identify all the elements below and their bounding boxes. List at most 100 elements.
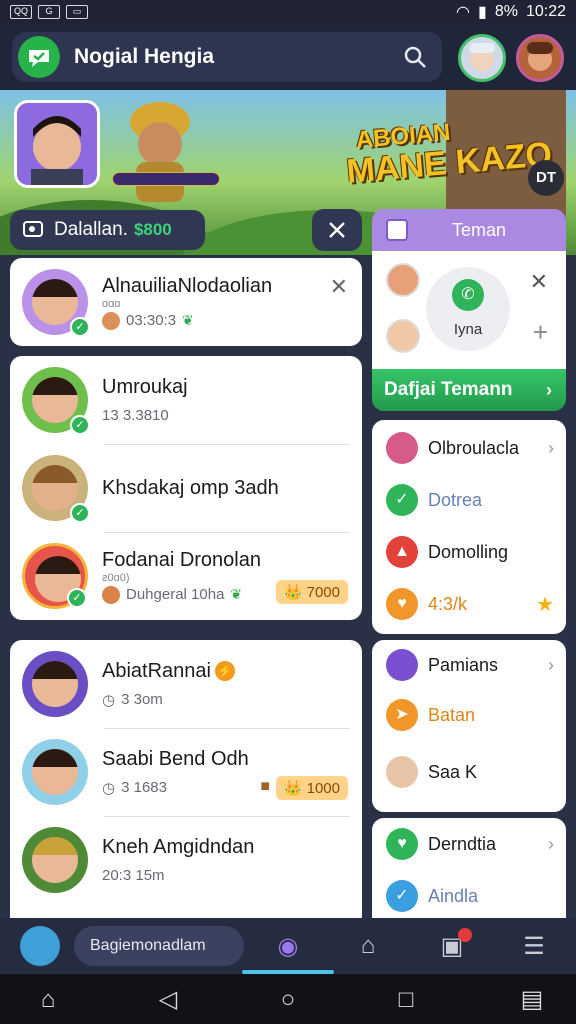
- game-title: ABOIAN MANE KAZO: [345, 118, 554, 191]
- call-button[interactable]: ✆ Iyna: [426, 267, 510, 351]
- avatar-icon: [386, 649, 418, 681]
- online-check-icon: ✓: [70, 317, 90, 337]
- chevron-right-icon: ›: [548, 833, 554, 854]
- app-logo-icon[interactable]: [18, 36, 60, 78]
- heart-icon: ♥: [386, 828, 418, 860]
- menu-item[interactable]: Pamians ›: [372, 640, 566, 690]
- teman-title: Teman: [452, 219, 507, 240]
- recents-icon[interactable]: □: [392, 986, 420, 1014]
- menu-item-label: Aindla: [428, 885, 479, 906]
- home-icon[interactable]: ⌂: [34, 986, 62, 1014]
- avatar-icon: [386, 756, 418, 788]
- menu-item[interactable]: ✓ Aindla: [372, 870, 566, 918]
- contact-card: ✓ AlnauiliaNlodaolian ɑɑɑ 03:30:3 ❦ ✕: [10, 258, 362, 346]
- app-title: Nogial Hengia: [74, 45, 215, 68]
- menu-item[interactable]: Saa K: [372, 740, 566, 804]
- menu-item-label: Olbroulacla: [428, 437, 520, 458]
- game-hud: [112, 172, 220, 186]
- avatar: ✓: [22, 455, 90, 523]
- menu-item-label: Batan: [428, 704, 476, 725]
- chest-icon: ■: [260, 778, 270, 795]
- screenshot-icon[interactable]: ▤: [518, 986, 546, 1014]
- add-friend-button[interactable]: Dafjai Temann ›: [372, 369, 566, 411]
- notification-icon: QQ: [10, 5, 32, 19]
- clock-icon: ◷: [102, 691, 116, 709]
- profile-avatar[interactable]: [516, 34, 564, 82]
- profile-avatar[interactable]: [458, 34, 506, 82]
- notification-badge: [458, 928, 472, 942]
- bottom-navigation: Bagiemonadlam ◉ ⌂ ▣ ☰: [0, 918, 576, 974]
- menu-item-label: Dotrea: [428, 489, 483, 510]
- banner-badge[interactable]: DT: [528, 160, 564, 196]
- clock-icon: ◷: [102, 779, 116, 797]
- list-item[interactable]: Kneh Amgidndan 20:3 15m: [10, 816, 362, 904]
- checkbox[interactable]: [386, 219, 408, 241]
- contact-meta: 3 3om: [121, 691, 163, 708]
- coin-badge[interactable]: 👑 1000: [275, 776, 348, 800]
- search-input[interactable]: Bagiemonadlam: [74, 926, 244, 966]
- list-item[interactable]: ✓ Umroukaj 13 3.3810: [10, 356, 362, 444]
- menu-item[interactable]: ♥ 4:3/k ★: [372, 578, 566, 630]
- status-bar: QQ G ▭ ◠ ▮ 8% 10:22: [0, 0, 576, 24]
- online-check-icon: ✓: [67, 588, 87, 608]
- notification-icon: ▭: [66, 5, 88, 19]
- people-tab-icon[interactable]: ◉: [270, 928, 306, 964]
- teman-header[interactable]: Teman: [372, 209, 566, 251]
- chevron-right-icon: ›: [548, 654, 554, 675]
- contact-meta: Duhgeral 10ha: [126, 586, 225, 603]
- list-item[interactable]: ✓ Khsdakaj omp 3adh: [10, 444, 362, 532]
- list-item[interactable]: ✓ AlnauiliaNlodaolian ɑɑɑ 03:30:3 ❦ ✕: [10, 258, 362, 346]
- contact-name: Kneh Amgidndan: [102, 836, 255, 858]
- home-tab-icon[interactable]: ⌂: [350, 928, 386, 964]
- wifi-icon: ◠: [456, 4, 471, 21]
- avatar[interactable]: [386, 319, 420, 353]
- title-bar: Nogial Hengia: [12, 32, 442, 82]
- menu-icon[interactable]: ☰: [516, 928, 552, 964]
- close-icon[interactable]: ✕: [530, 269, 548, 295]
- game-character-icon: [130, 102, 190, 202]
- list-item[interactable]: Saabi Bend Odh ◷ 3 1683 ■ 👑 1000: [10, 728, 362, 816]
- menu-item[interactable]: ♥ Derndtia ›: [372, 818, 566, 870]
- section-tab[interactable]: Dalallan. $800: [10, 210, 205, 250]
- section-label: Dalallan.: [54, 219, 128, 240]
- list-item[interactable]: AbiatRannai ⚡ ◷ 3 3om: [10, 640, 362, 728]
- contact-name: AbiatRannai ⚡: [102, 660, 362, 683]
- avatar[interactable]: [386, 263, 420, 297]
- menu-item[interactable]: ▲ Domolling: [372, 526, 566, 578]
- contact-meta: 13 3.3810: [102, 407, 169, 424]
- online-check-icon: ✓: [70, 415, 90, 435]
- phone-icon: ✆: [452, 279, 484, 311]
- profile-avatar[interactable]: [20, 926, 60, 966]
- menu-item-label: Pamians: [428, 654, 499, 675]
- teman-panel: ✆ Iyna ✕ +: [372, 251, 566, 369]
- search-icon[interactable]: [402, 44, 428, 70]
- avatar: [22, 739, 88, 805]
- menu-item[interactable]: ➤ Batan: [372, 690, 566, 740]
- list-item[interactable]: ✓ Fodanai Dronolan ƨ0ɑ0) Duhgeral 10ha ❦…: [10, 532, 362, 620]
- menu-item[interactable]: Olbroulacla ›: [372, 422, 566, 474]
- menu-item[interactable]: ✓ Dotrea: [372, 474, 566, 526]
- featured-avatar[interactable]: [14, 100, 100, 188]
- add-icon[interactable]: +: [533, 317, 548, 348]
- avatar: ✓: [22, 543, 88, 609]
- menu-item-label: Saa K: [428, 761, 478, 782]
- add-friend-label: Dafjai Temann: [384, 379, 513, 400]
- contact-meta: 20:3 15m: [102, 867, 165, 884]
- close-button[interactable]: [312, 209, 362, 251]
- battery-level: 8%: [494, 3, 518, 20]
- sprout-icon: ❦: [230, 586, 243, 602]
- menu-card: ♥ Derndtia › ✓ Aindla: [372, 818, 566, 918]
- section-count: $800: [133, 220, 172, 239]
- home-button-icon[interactable]: ○: [274, 986, 302, 1014]
- close-icon: [329, 222, 345, 238]
- sprout-icon: ❦: [182, 312, 194, 328]
- close-icon[interactable]: ✕: [330, 274, 348, 300]
- coin-badge[interactable]: 👑 7000: [275, 580, 348, 604]
- contact-name: Umroukaj: [102, 376, 188, 398]
- contact-meta: 3 1683: [121, 779, 167, 796]
- check-icon: ✓: [386, 880, 418, 912]
- back-icon[interactable]: ◁: [154, 986, 182, 1014]
- star-icon: ★: [536, 593, 554, 616]
- chevron-right-icon: ›: [548, 437, 554, 458]
- heart-icon: ♥: [386, 588, 418, 620]
